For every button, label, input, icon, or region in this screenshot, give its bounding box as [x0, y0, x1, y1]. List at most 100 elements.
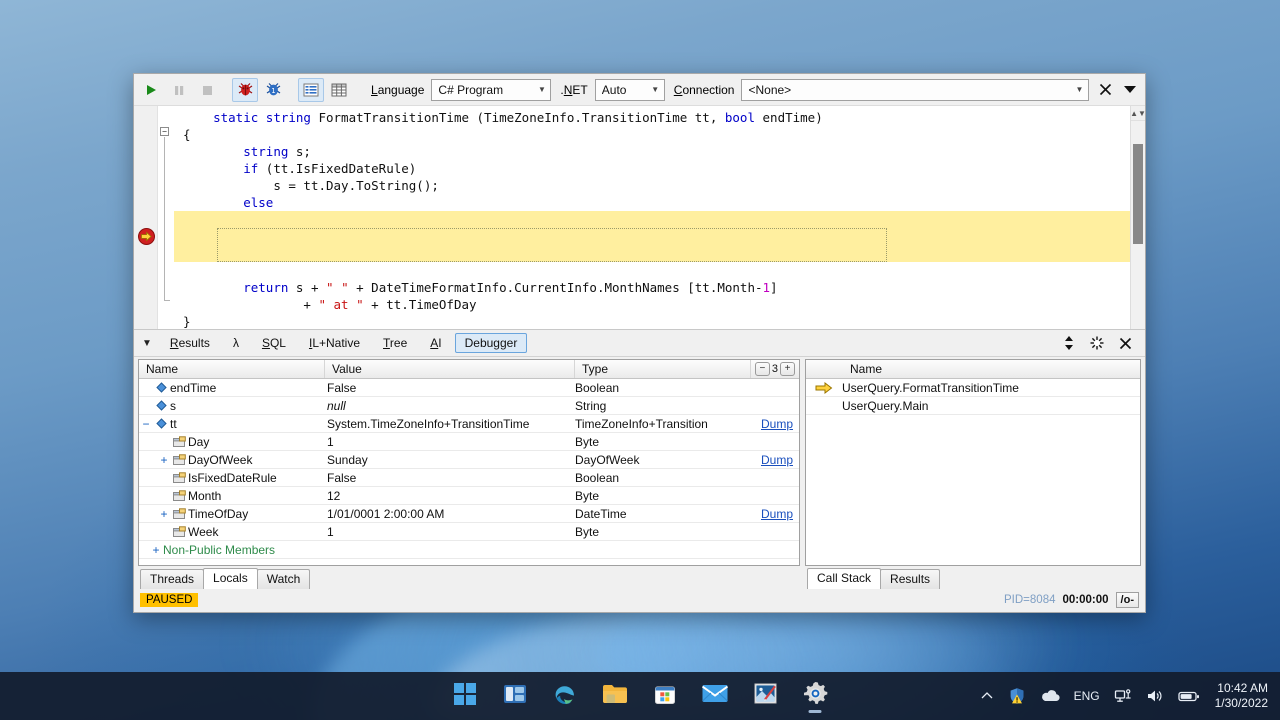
- language-indicator[interactable]: ENG: [1069, 674, 1105, 718]
- row-value[interactable]: 12: [325, 489, 575, 503]
- row-value[interactable]: System.TimeZoneInfo+TransitionTime: [325, 417, 575, 431]
- panel-tab-sql[interactable]: SQL: [252, 333, 296, 353]
- row-value[interactable]: False: [325, 471, 575, 485]
- fold-toggle[interactable]: −: [160, 127, 169, 136]
- table-row[interactable]: + TimeOfDay 1/01/0001 2:00:00 AM DateTime Du…: [139, 505, 799, 523]
- start-button[interactable]: [445, 676, 485, 716]
- stop-button[interactable]: [194, 78, 220, 102]
- row-value[interactable]: 1: [325, 435, 575, 449]
- debug-step-button[interactable]: 1: [260, 78, 286, 102]
- row-name: Day: [188, 434, 210, 449]
- panel-tab-il-native[interactable]: IL+Native: [299, 333, 370, 353]
- edge-button[interactable]: [545, 676, 585, 716]
- code-editor[interactable]: − static string FormatTransitionTime (Ti…: [134, 106, 1145, 330]
- connection-dropdown[interactable]: <None> ▼: [741, 78, 1089, 101]
- row-value[interactable]: Sunday: [325, 453, 575, 467]
- tab-call-stack[interactable]: Call Stack: [807, 568, 882, 589]
- row-name: IsFixedDateRule: [188, 470, 277, 485]
- photos-button[interactable]: [745, 676, 785, 716]
- tab-watch[interactable]: Watch: [256, 569, 311, 589]
- net-version-dropdown[interactable]: Auto ▼: [594, 78, 665, 101]
- column-header-name[interactable]: Name: [139, 360, 325, 378]
- panel-tab--[interactable]: λ: [223, 333, 249, 353]
- row-value[interactable]: False: [325, 381, 575, 395]
- resize-panel-button[interactable]: [1055, 332, 1083, 354]
- results-list-button[interactable]: [298, 77, 324, 102]
- row-expander[interactable]: +: [157, 454, 171, 466]
- mail-button[interactable]: [695, 676, 735, 716]
- editor-scrollbar[interactable]: ▲▼: [1130, 106, 1145, 329]
- panel-tab-ai[interactable]: AI: [420, 333, 451, 353]
- tab-locals[interactable]: Locals: [203, 568, 258, 589]
- row-value[interactable]: null: [325, 399, 575, 413]
- close-query-button[interactable]: [1093, 78, 1117, 102]
- language-dropdown[interactable]: C# Program ▼: [431, 78, 552, 101]
- row-expander[interactable]: +: [149, 544, 163, 556]
- cloud-icon: [1041, 690, 1060, 702]
- callstack-rows: UserQuery.FormatTransitionTime UserQuery.…: [806, 379, 1140, 415]
- clock[interactable]: 10:42 AM 1/30/2022: [1209, 681, 1272, 711]
- settings-button[interactable]: [795, 676, 835, 716]
- table-row[interactable]: endTime False Boolean: [139, 379, 799, 397]
- row-expander[interactable]: −: [139, 418, 153, 430]
- connection-label: Connection: [673, 82, 735, 97]
- fold-gutter[interactable]: −: [158, 106, 174, 329]
- debug-start-button[interactable]: [232, 77, 258, 102]
- non-public-members-row[interactable]: + Non-Public Members: [139, 541, 799, 559]
- pin-panel-button[interactable]: [1083, 332, 1111, 354]
- scrollbar-thumb[interactable]: [1133, 144, 1143, 244]
- zoom-in-button[interactable]: +: [780, 362, 795, 376]
- row-value[interactable]: 1/01/0001 2:00:00 AM: [325, 507, 575, 521]
- results-table-button[interactable]: [326, 78, 352, 102]
- security-tray-button[interactable]: [1003, 674, 1031, 718]
- panel-tab-debugger[interactable]: Debugger: [454, 333, 528, 353]
- column-header-type[interactable]: Type: [575, 360, 751, 378]
- run-button[interactable]: [138, 78, 164, 102]
- callstack-row[interactable]: UserQuery.FormatTransitionTime: [806, 379, 1140, 397]
- network-tray-button[interactable]: [1109, 674, 1137, 718]
- onedrive-tray-button[interactable]: [1035, 674, 1065, 718]
- callstack-frame-name: UserQuery.Main: [842, 398, 929, 413]
- panel-tab-results[interactable]: Results: [160, 333, 220, 353]
- microsoft-store-button[interactable]: [645, 676, 685, 716]
- file-explorer-button[interactable]: [595, 676, 635, 716]
- row-value[interactable]: 1: [325, 525, 575, 539]
- table-row[interactable]: IsFixedDateRule False Boolean: [139, 469, 799, 487]
- row-name: DayOfWeek: [188, 452, 253, 467]
- process-status: PID=8084 00:00:00 /o-: [805, 589, 1141, 611]
- table-row[interactable]: + DayOfWeek Sunday DayOfWeek Dump: [139, 451, 799, 469]
- triangle-down-icon[interactable]: ▼: [140, 338, 160, 349]
- column-header-value[interactable]: Value: [325, 360, 575, 378]
- code-text[interactable]: static string FormatTransitionTime (Time…: [174, 106, 1130, 329]
- query-list-button[interactable]: [1119, 78, 1141, 102]
- code-token: 1: [762, 280, 771, 295]
- dump-link[interactable]: Dump: [761, 507, 793, 521]
- zoom-out-button[interactable]: −: [754, 362, 770, 376]
- locals-grid[interactable]: Name Value Type − 3 + endTime False Boolea…: [138, 359, 800, 566]
- dump-link[interactable]: Dump: [761, 453, 793, 467]
- dump-link[interactable]: Dump: [761, 417, 793, 431]
- tab-results[interactable]: Results: [880, 569, 941, 589]
- table-row[interactable]: Day 1 Byte: [139, 433, 799, 451]
- row-expander[interactable]: +: [157, 508, 171, 520]
- table-row[interactable]: Week 1 Byte: [139, 523, 799, 541]
- breakpoint-gutter[interactable]: [134, 106, 158, 329]
- optimization-button[interactable]: /o-: [1115, 592, 1139, 608]
- task-view-button[interactable]: [495, 676, 535, 716]
- pause-button[interactable]: [166, 78, 192, 102]
- table-row[interactable]: s null String: [139, 397, 799, 415]
- callstack-row[interactable]: UserQuery.Main: [806, 397, 1140, 415]
- code-token: FormatTransitionTime (TimeZoneInfo.Trans…: [318, 110, 725, 125]
- volume-tray-button[interactable]: [1141, 674, 1169, 718]
- panel-tab-tree[interactable]: Tree: [373, 333, 417, 353]
- scroll-up-icon[interactable]: ▲▼: [1130, 106, 1145, 121]
- table-row[interactable]: − tt System.TimeZoneInfo+TransitionTime Tim…: [139, 415, 799, 433]
- callstack-grid[interactable]: Name UserQuery.FormatTransitionTime UserQ…: [805, 359, 1141, 566]
- show-hidden-icons-button[interactable]: [975, 674, 999, 718]
- elapsed-time: 00:00:00: [1062, 594, 1109, 606]
- blue-bug-icon: 1: [266, 83, 280, 96]
- tab-threads[interactable]: Threads: [140, 569, 205, 589]
- table-row[interactable]: Month 12 Byte: [139, 487, 799, 505]
- battery-tray-button[interactable]: [1173, 674, 1205, 718]
- close-panel-button[interactable]: [1111, 332, 1139, 354]
